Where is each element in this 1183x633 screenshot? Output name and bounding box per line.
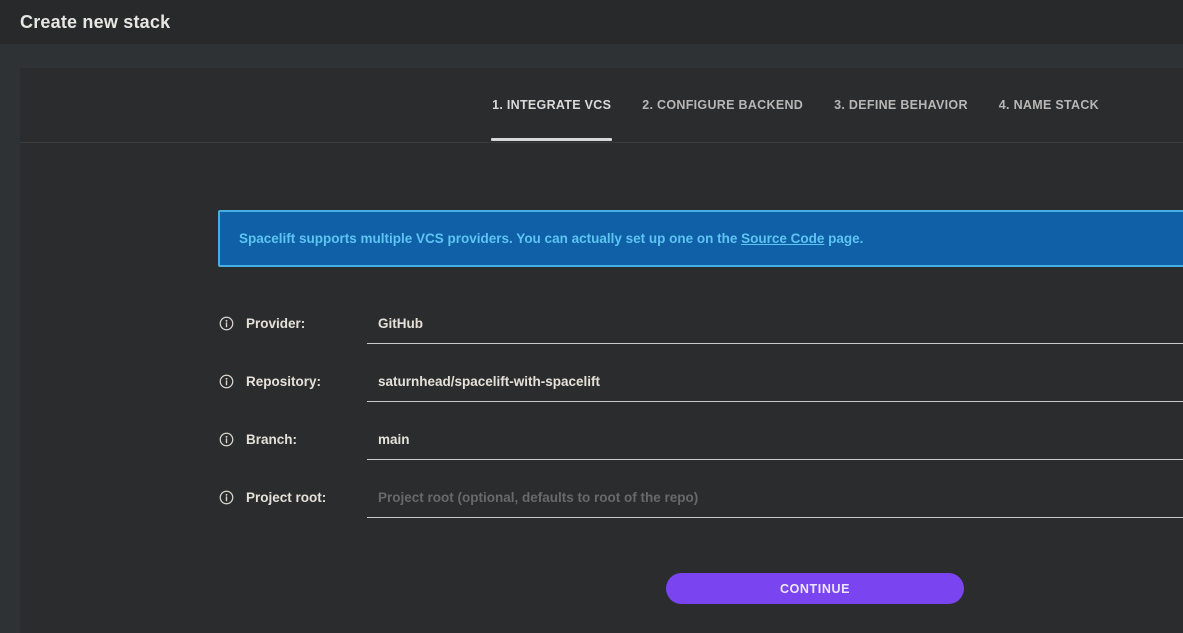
form-row-project-root: Project root: bbox=[219, 485, 1183, 543]
page-title: Create new stack bbox=[20, 11, 171, 32]
info-icon[interactable] bbox=[219, 490, 234, 505]
form-row-provider: Provider: bbox=[219, 311, 1183, 369]
repository-input[interactable] bbox=[367, 369, 1183, 402]
continue-button[interactable]: CONTINUE bbox=[666, 573, 964, 604]
info-icon[interactable] bbox=[219, 374, 234, 389]
provider-input[interactable] bbox=[367, 311, 1183, 344]
tab-define-behavior[interactable]: 3. DEFINE BEHAVIOR bbox=[834, 68, 968, 142]
project-root-label: Project root: bbox=[246, 490, 327, 505]
info-icon[interactable] bbox=[219, 432, 234, 447]
source-code-link[interactable]: Source Code bbox=[741, 231, 824, 246]
info-icon[interactable] bbox=[219, 316, 234, 331]
tab-name-stack[interactable]: 4. NAME STACK bbox=[999, 68, 1099, 142]
create-stack-panel: 1. INTEGRATE VCS 2. CONFIGURE BACKEND 3.… bbox=[20, 68, 1183, 633]
branch-label: Branch: bbox=[246, 432, 298, 447]
page-header: Create new stack bbox=[0, 0, 1183, 44]
repository-label: Repository: bbox=[246, 374, 322, 389]
banner-text: Spacelift supports multiple VCS provider… bbox=[239, 231, 863, 246]
branch-input[interactable] bbox=[367, 427, 1183, 460]
form-row-branch: Branch: bbox=[219, 427, 1183, 485]
repository-label-group: Repository: bbox=[219, 369, 367, 389]
vcs-info-banner: Spacelift supports multiple VCS provider… bbox=[218, 210, 1183, 267]
form-row-repository: Repository: bbox=[219, 369, 1183, 427]
banner-text-after: page. bbox=[824, 231, 864, 246]
project-root-label-group: Project root: bbox=[219, 485, 367, 505]
tab-integrate-vcs[interactable]: 1. INTEGRATE VCS bbox=[491, 68, 613, 142]
branch-label-group: Branch: bbox=[219, 427, 367, 447]
stepper-tabbar: 1. INTEGRATE VCS 2. CONFIGURE BACKEND 3.… bbox=[20, 68, 1183, 143]
vcs-form: Provider: Repository: bbox=[219, 311, 1183, 543]
banner-text-before: Spacelift supports multiple VCS provider… bbox=[239, 231, 742, 246]
project-root-input[interactable] bbox=[367, 485, 1183, 518]
tab-configure-backend[interactable]: 2. CONFIGURE BACKEND bbox=[642, 68, 803, 142]
provider-label-group: Provider: bbox=[219, 311, 367, 331]
provider-label: Provider: bbox=[246, 316, 306, 331]
